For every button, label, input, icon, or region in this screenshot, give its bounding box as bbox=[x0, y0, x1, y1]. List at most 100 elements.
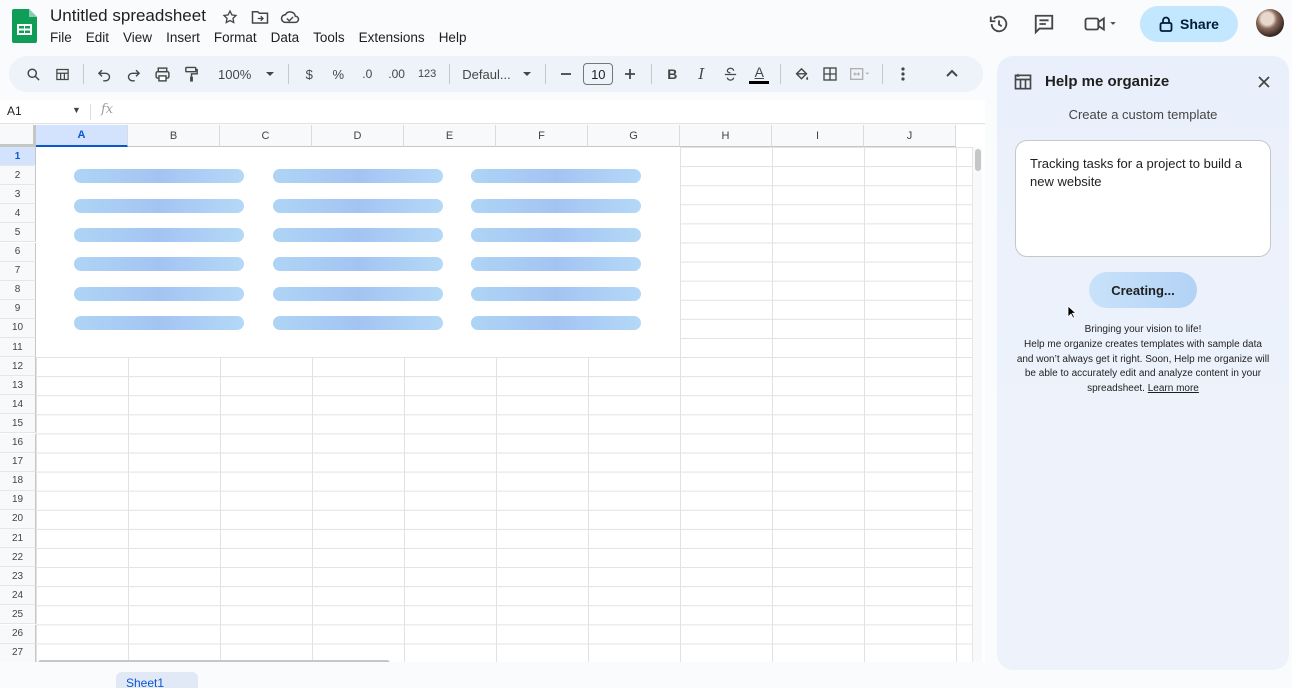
collapse-toolbar-icon[interactable] bbox=[940, 62, 964, 86]
move-folder-icon[interactable] bbox=[250, 7, 270, 27]
meet-video-icon[interactable] bbox=[1082, 12, 1122, 36]
fill-color-icon[interactable] bbox=[789, 62, 813, 86]
row-header-1[interactable]: 1 bbox=[0, 147, 36, 166]
version-history-icon[interactable] bbox=[987, 12, 1011, 36]
row-header-23[interactable]: 23 bbox=[0, 567, 36, 587]
column-header-i[interactable]: I bbox=[772, 125, 864, 147]
merge-cells-icon[interactable] bbox=[847, 62, 873, 86]
row-header-18[interactable]: 18 bbox=[0, 471, 36, 491]
redo-icon[interactable] bbox=[121, 62, 145, 86]
menu-extensions[interactable]: Extensions bbox=[359, 30, 432, 45]
column-header-g[interactable]: G bbox=[588, 125, 680, 147]
search-icon[interactable] bbox=[21, 62, 45, 86]
menu-view[interactable]: View bbox=[123, 30, 159, 45]
comments-icon[interactable] bbox=[1032, 12, 1056, 36]
column-header-j[interactable]: J bbox=[864, 125, 956, 147]
select-all-corner[interactable] bbox=[0, 125, 36, 147]
menu-insert[interactable]: Insert bbox=[166, 30, 207, 45]
row-header-27[interactable]: 27 bbox=[0, 643, 36, 662]
increase-font-size-icon[interactable] bbox=[618, 62, 642, 86]
table-convert-icon[interactable] bbox=[50, 62, 74, 86]
percent-format-button[interactable]: % bbox=[326, 62, 350, 86]
creating-button[interactable]: Creating... bbox=[1089, 272, 1197, 308]
undo-icon[interactable] bbox=[92, 62, 116, 86]
row-header-25[interactable]: 25 bbox=[0, 605, 36, 625]
font-select[interactable]: Defaul... bbox=[458, 62, 536, 86]
strikethrough-icon[interactable] bbox=[718, 62, 742, 86]
document-title[interactable]: Untitled spreadsheet bbox=[50, 6, 206, 26]
row-header-20[interactable]: 20 bbox=[0, 509, 36, 529]
table-template-icon bbox=[1014, 73, 1032, 90]
disclaimer-text: Bringing your vision to life! Help me or… bbox=[1015, 323, 1271, 397]
row-header-16[interactable]: 16 bbox=[0, 433, 36, 453]
row-header-4[interactable]: 4 bbox=[0, 204, 36, 224]
menu-format[interactable]: Format bbox=[214, 30, 264, 45]
row-header-11[interactable]: 11 bbox=[0, 338, 36, 357]
prompt-input[interactable]: Tracking tasks for a project to build a … bbox=[1015, 140, 1271, 257]
row-header-22[interactable]: 22 bbox=[0, 548, 36, 568]
star-icon[interactable] bbox=[220, 7, 240, 27]
currency-format-button[interactable]: $ bbox=[297, 62, 321, 86]
zoom-select[interactable]: 100% bbox=[214, 62, 279, 86]
increase-decimal-button[interactable]: .00 bbox=[384, 62, 409, 86]
row-header-14[interactable]: 14 bbox=[0, 395, 36, 415]
column-header-f[interactable]: F bbox=[496, 125, 588, 147]
row-header-24[interactable]: 24 bbox=[0, 586, 36, 606]
row-header-26[interactable]: 26 bbox=[0, 624, 36, 644]
loading-placeholder-bar bbox=[471, 228, 641, 242]
font-size-input[interactable]: 10 bbox=[583, 62, 614, 86]
toolbar-divider bbox=[288, 64, 290, 84]
sheets-logo-icon[interactable] bbox=[12, 9, 37, 43]
bold-button[interactable]: B bbox=[660, 62, 684, 86]
text-color-button[interactable]: A bbox=[747, 62, 771, 86]
chevron-down-icon bbox=[266, 72, 275, 76]
row-header-10[interactable]: 10 bbox=[0, 318, 36, 338]
menu-help[interactable]: Help bbox=[439, 30, 474, 45]
decrease-decimal-button[interactable]: .0 bbox=[355, 62, 379, 86]
row-header-9[interactable]: 9 bbox=[0, 299, 36, 319]
name-box[interactable]: A1 bbox=[7, 104, 22, 118]
chevron-down-icon[interactable]: ▼ bbox=[72, 105, 81, 115]
avatar[interactable] bbox=[1256, 9, 1284, 37]
column-header-d[interactable]: D bbox=[312, 125, 404, 147]
column-header-h[interactable]: H bbox=[680, 125, 772, 147]
menu-file[interactable]: File bbox=[50, 30, 79, 45]
decrease-font-size-icon[interactable] bbox=[554, 62, 578, 86]
learn-more-link[interactable]: Learn more bbox=[1148, 383, 1199, 394]
share-button[interactable]: Share bbox=[1140, 6, 1238, 42]
row-header-19[interactable]: 19 bbox=[0, 490, 36, 510]
toolbar-divider bbox=[651, 64, 653, 84]
more-options-icon[interactable] bbox=[891, 62, 915, 86]
row-header-3[interactable]: 3 bbox=[0, 185, 36, 205]
cloud-saved-icon[interactable] bbox=[280, 7, 300, 27]
row-header-7[interactable]: 7 bbox=[0, 261, 36, 281]
row-header-12[interactable]: 12 bbox=[0, 357, 36, 377]
row-header-17[interactable]: 17 bbox=[0, 452, 36, 472]
menu-data[interactable]: Data bbox=[271, 30, 307, 45]
column-header-e[interactable]: E bbox=[404, 125, 496, 147]
row-header-5[interactable]: 5 bbox=[0, 223, 36, 243]
row-header-13[interactable]: 13 bbox=[0, 376, 36, 396]
menu-edit[interactable]: Edit bbox=[86, 30, 116, 45]
italic-button[interactable]: I bbox=[689, 62, 713, 86]
spreadsheet-grid[interactable]: A B C D E F G H I J 1 2 3 4 5 6 7 8 9 10 11 12 13 14 15 16 17 18 19 2… bbox=[0, 125, 985, 662]
column-header-b[interactable]: B bbox=[128, 125, 220, 147]
column-header-a[interactable]: A bbox=[36, 125, 128, 147]
row-header-21[interactable]: 21 bbox=[0, 529, 36, 548]
scroll-thumb[interactable] bbox=[975, 149, 981, 171]
print-icon[interactable] bbox=[150, 62, 174, 86]
horizontal-scrollbar[interactable] bbox=[36, 659, 972, 662]
sheet-tab[interactable]: Sheet1 bbox=[116, 672, 198, 688]
scroll-thumb[interactable] bbox=[38, 660, 390, 662]
row-header-15[interactable]: 15 bbox=[0, 414, 36, 434]
menu-tools[interactable]: Tools bbox=[313, 30, 352, 45]
column-header-c[interactable]: C bbox=[220, 125, 312, 147]
borders-icon[interactable] bbox=[818, 62, 842, 86]
close-icon[interactable] bbox=[1255, 73, 1273, 91]
more-formats-button[interactable]: 123 bbox=[414, 62, 440, 86]
vertical-scrollbar[interactable] bbox=[972, 147, 982, 662]
paint-format-icon[interactable] bbox=[179, 62, 203, 86]
row-header-2[interactable]: 2 bbox=[0, 166, 36, 186]
row-header-6[interactable]: 6 bbox=[0, 242, 36, 262]
row-header-8[interactable]: 8 bbox=[0, 280, 36, 300]
